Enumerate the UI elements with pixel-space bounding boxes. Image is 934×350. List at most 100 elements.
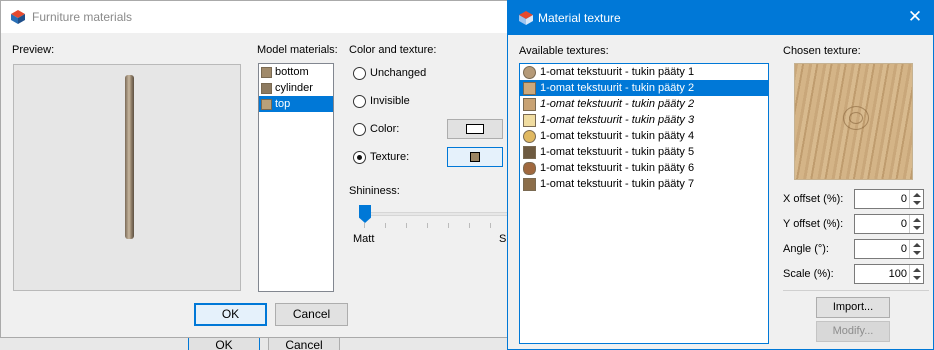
unchanged-label[interactable]: Unchanged bbox=[370, 67, 426, 79]
available-textures-list[interactable]: 1-omat tekstuurit - tukin pääty 1 1-omat… bbox=[519, 63, 769, 344]
titlebar: Material texture ✕ bbox=[508, 1, 933, 35]
texture-label[interactable]: Texture: bbox=[370, 151, 409, 163]
texture-thumbnail bbox=[523, 98, 536, 111]
down-arrow-icon[interactable] bbox=[913, 226, 921, 230]
texture-thumbnail bbox=[523, 178, 536, 191]
spinner-arrows[interactable] bbox=[909, 240, 923, 258]
texture-label: 1-omat tekstuurit - tukin pääty 3 bbox=[540, 114, 695, 126]
y-offset-label: Y offset (%): bbox=[783, 218, 844, 230]
angle-value: 0 bbox=[900, 243, 907, 255]
x-offset-spinner[interactable]: 0 bbox=[854, 189, 924, 209]
material-item-top[interactable]: top bbox=[259, 96, 333, 112]
slider-tick bbox=[490, 223, 491, 228]
shininess-slider-track[interactable] bbox=[359, 212, 519, 216]
spinner-arrows[interactable] bbox=[909, 190, 923, 208]
texture-label: 1-omat tekstuurit - tukin pääty 5 bbox=[540, 146, 695, 158]
texture-item[interactable]: 1-omat tekstuurit - tukin pääty 1 bbox=[520, 64, 768, 80]
up-arrow-icon[interactable] bbox=[913, 193, 921, 197]
spinner-arrows[interactable] bbox=[909, 215, 923, 233]
scale-value: 100 bbox=[888, 268, 907, 280]
material-label: cylinder bbox=[275, 82, 313, 94]
y-offset-value: 0 bbox=[900, 218, 907, 230]
slider-tick bbox=[385, 223, 386, 228]
up-arrow-icon[interactable] bbox=[913, 218, 921, 222]
texture-item[interactable]: 1-omat tekstuurit - tukin pääty 2 bbox=[520, 80, 768, 96]
shininess-slider-thumb[interactable] bbox=[359, 205, 371, 223]
texture-label: 1-omat tekstuurit - tukin pääty 4 bbox=[540, 130, 695, 142]
texture-thumbnail bbox=[523, 130, 536, 143]
preview-label: Preview: bbox=[12, 44, 55, 56]
slider-tick bbox=[364, 223, 365, 228]
texture-item[interactable]: 1-omat tekstuurit - tukin pääty 2 bbox=[520, 96, 768, 112]
cancel-button[interactable]: Cancel bbox=[275, 303, 348, 326]
x-offset-value: 0 bbox=[900, 193, 907, 205]
dialog-title: Material texture bbox=[538, 11, 621, 25]
slider-tick bbox=[469, 223, 470, 228]
texture-item[interactable]: 1-omat tekstuurit - tukin pääty 4 bbox=[520, 128, 768, 144]
texture-item[interactable]: 1-omat tekstuurit - tukin pääty 5 bbox=[520, 144, 768, 160]
titlebar: Furniture materials bbox=[1, 1, 509, 33]
texture-label: 1-omat tekstuurit - tukin pääty 2 bbox=[540, 98, 695, 110]
preview-3d-view[interactable] bbox=[13, 64, 241, 291]
color-button[interactable] bbox=[447, 119, 503, 139]
y-offset-spinner[interactable]: 0 bbox=[854, 214, 924, 234]
texture-item[interactable]: 1-omat tekstuurit - tukin pääty 6 bbox=[520, 160, 768, 176]
log-model-preview bbox=[125, 75, 134, 239]
up-arrow-icon[interactable] bbox=[913, 243, 921, 247]
dialog-title: Furniture materials bbox=[32, 10, 133, 24]
slider-tick bbox=[448, 223, 449, 228]
scale-label: Scale (%): bbox=[783, 268, 834, 280]
invisible-radio[interactable] bbox=[353, 95, 366, 108]
texture-radio[interactable] bbox=[353, 151, 366, 164]
modify-button: Modify... bbox=[816, 321, 890, 342]
material-swatch bbox=[261, 83, 272, 94]
slider-tick bbox=[406, 223, 407, 228]
divider bbox=[783, 290, 929, 291]
furniture-materials-dialog: Furniture materials Preview: Model mater… bbox=[0, 0, 519, 338]
shininess-label: Shininess: bbox=[349, 185, 400, 197]
up-arrow-icon[interactable] bbox=[913, 268, 921, 272]
color-texture-label: Color and texture: bbox=[349, 44, 437, 56]
material-label: bottom bbox=[275, 66, 309, 78]
model-materials-label: Model materials: bbox=[257, 44, 338, 56]
down-arrow-icon[interactable] bbox=[913, 251, 921, 255]
texture-button[interactable] bbox=[447, 147, 503, 167]
close-icon[interactable]: ✕ bbox=[907, 8, 923, 25]
scale-spinner[interactable]: 100 bbox=[854, 264, 924, 284]
material-item-cylinder[interactable]: cylinder bbox=[259, 80, 333, 96]
texture-item[interactable]: 1-omat tekstuurit - tukin pääty 7 bbox=[520, 176, 768, 192]
down-arrow-icon[interactable] bbox=[913, 201, 921, 205]
available-textures-label: Available textures: bbox=[519, 45, 609, 57]
material-texture-dialog: Material texture ✕ Available textures: 1… bbox=[507, 0, 934, 350]
invisible-label[interactable]: Invisible bbox=[370, 95, 410, 107]
angle-label: Angle (°): bbox=[783, 243, 829, 255]
texture-label: 1-omat tekstuurit - tukin pääty 1 bbox=[540, 66, 695, 78]
shininess-min-label: Matt bbox=[353, 233, 375, 245]
color-radio[interactable] bbox=[353, 123, 366, 136]
spinner-arrows[interactable] bbox=[909, 265, 923, 283]
color-label[interactable]: Color: bbox=[370, 123, 399, 135]
slider-tick bbox=[427, 223, 428, 228]
material-label: top bbox=[275, 98, 291, 110]
x-offset-label: X offset (%): bbox=[783, 193, 844, 205]
material-swatch bbox=[261, 67, 272, 78]
texture-thumbnail bbox=[523, 66, 536, 79]
model-materials-list[interactable]: bottom cylinder top bbox=[258, 63, 334, 292]
texture-label: 1-omat tekstuurit - tukin pääty 6 bbox=[540, 162, 695, 174]
chosen-texture-label: Chosen texture: bbox=[783, 45, 861, 57]
texture-thumbnail bbox=[523, 162, 536, 175]
texture-thumbnail bbox=[523, 146, 536, 159]
down-arrow-icon[interactable] bbox=[913, 276, 921, 280]
color-swatch bbox=[466, 124, 484, 134]
texture-thumbnail bbox=[523, 82, 536, 95]
texture-swatch bbox=[470, 152, 480, 162]
texture-label: 1-omat tekstuurit - tukin pääty 2 bbox=[540, 82, 695, 94]
angle-spinner[interactable]: 0 bbox=[854, 239, 924, 259]
material-swatch bbox=[261, 99, 272, 110]
import-button[interactable]: Import... bbox=[816, 297, 890, 318]
material-item-bottom[interactable]: bottom bbox=[259, 64, 333, 80]
unchanged-radio[interactable] bbox=[353, 67, 366, 80]
texture-item[interactable]: 1-omat tekstuurit - tukin pääty 3 bbox=[520, 112, 768, 128]
wood-knot bbox=[849, 112, 863, 124]
ok-button[interactable]: OK bbox=[194, 303, 267, 326]
